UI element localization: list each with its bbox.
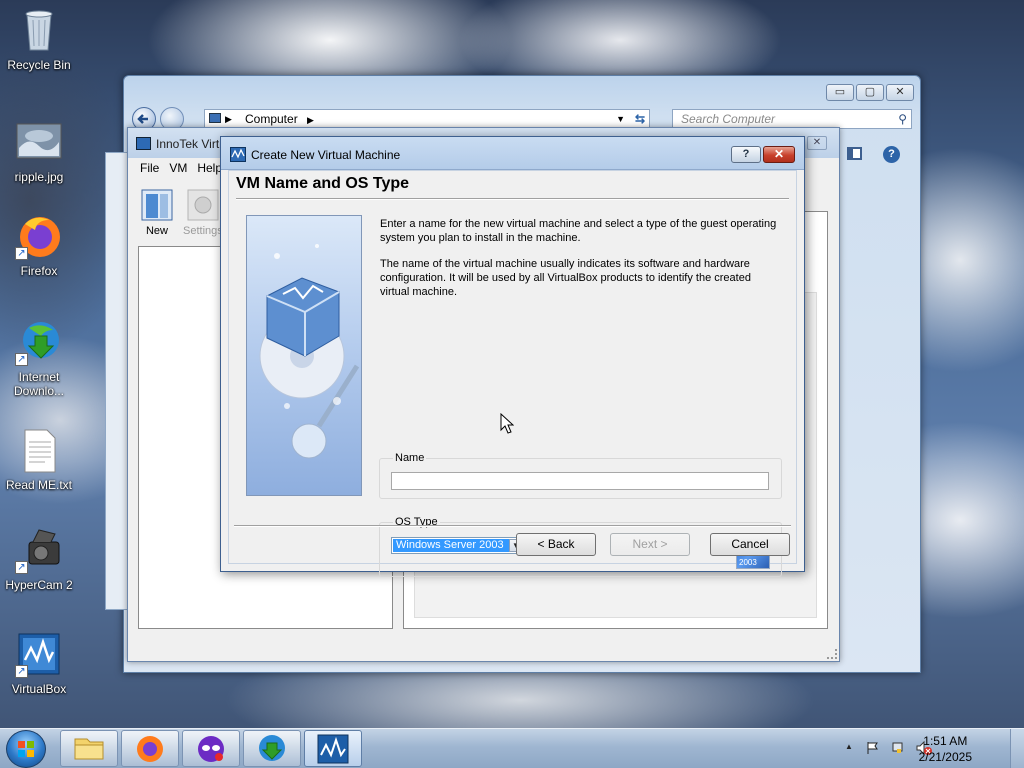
os-type-group-label: OS Type — [393, 516, 440, 528]
page-title: VM Name and OS Type — [236, 175, 410, 192]
name-group-label: Name — [393, 452, 427, 464]
divider — [236, 198, 789, 200]
wizard-description: Enter a name for the new virtual machine… — [380, 217, 780, 311]
virtualbox-icon — [317, 734, 349, 764]
network-icon[interactable] — [891, 740, 907, 756]
resize-grip-icon[interactable] — [827, 649, 837, 659]
description-paragraph-1: Enter a name for the new virtual machine… — [380, 218, 777, 244]
shortcut-arrow-icon: ↗ — [15, 665, 28, 678]
address-bar[interactable]: ▶ Computer ▶ ▼ ⇆ — [204, 109, 650, 129]
settings-icon — [187, 189, 219, 221]
taskbar-privacy-app-button[interactable] — [182, 730, 240, 767]
taskbar-download-manager-button[interactable] — [243, 730, 301, 767]
minimize-button[interactable]: ▭ — [826, 84, 854, 101]
firefox-icon — [137, 736, 163, 762]
create-vm-wizard-dialog[interactable]: Create New Virtual Machine ? ✕ VM Name a… — [220, 136, 805, 577]
desktop-icon-ripple-jpg[interactable]: ripple.jpg — [2, 118, 76, 184]
shortcut-arrow-icon: ↗ — [15, 561, 28, 574]
settings-label: Settings — [183, 225, 223, 237]
close-button[interactable]: ✕ — [763, 146, 795, 163]
internet-download-manager-icon — [259, 735, 285, 761]
computer-icon — [209, 113, 221, 123]
mask-icon — [198, 736, 224, 762]
clock-date: 2/21/2025 — [918, 750, 972, 764]
explorer-window-controls: ▭ ▢ ✕ — [826, 84, 914, 101]
refresh-icon[interactable]: ⇆ — [635, 110, 645, 128]
internet-download-manager-icon: ↗ — [15, 318, 63, 366]
windows-logo-icon — [18, 741, 34, 757]
menu-file[interactable]: File — [140, 161, 159, 175]
menu-vm[interactable]: VM — [169, 161, 187, 175]
search-icon: ⚲ — [898, 112, 907, 126]
taskbar-firefox-button[interactable] — [121, 730, 179, 767]
new-vm-label: New — [145, 225, 168, 237]
breadcrumb-separator-icon: ▶ — [307, 115, 314, 125]
virtualbox-icon — [230, 147, 246, 162]
os-type-select[interactable]: Windows Server 2003 ▼ — [391, 537, 525, 554]
desktop-icon-label: Read ME.txt — [5, 478, 73, 492]
search-input[interactable]: Search Computer ⚲ — [672, 109, 912, 129]
cancel-button[interactable]: Cancel — [710, 533, 790, 556]
name-group: Name — [379, 452, 782, 499]
virtualbox-icon: ↗ — [15, 630, 63, 678]
desktop-icon-internet-download[interactable]: ↗ Internet Downlo... — [2, 318, 76, 398]
system-clock[interactable]: 1:51 AM 2/21/2025 — [919, 733, 972, 765]
new-vm-icon — [141, 189, 173, 221]
address-bar-text: Computer — [245, 112, 298, 126]
dropdown-arrow-icon[interactable]: ▼ — [616, 110, 625, 128]
taskbar-virtualbox-button[interactable] — [304, 730, 362, 767]
close-icon[interactable]: ✕ — [807, 136, 827, 150]
desktop-icon-label: ripple.jpg — [14, 170, 64, 184]
image-file-icon — [15, 118, 63, 166]
text-file-icon — [15, 426, 63, 474]
desktop-icon-label: Recycle Bin — [7, 58, 71, 72]
folder-icon — [74, 738, 104, 760]
search-placeholder: Search Computer — [681, 112, 776, 126]
recycle-bin-icon — [15, 6, 63, 54]
action-center-flag-icon[interactable] — [866, 741, 880, 755]
wizard-body: VM Name and OS Type Enter a name for the… — [228, 170, 797, 577]
help-icon[interactable]: ? — [883, 146, 900, 163]
settings-button[interactable]: Settings — [183, 188, 223, 237]
desktop-icon-label: HyperCam 2 — [5, 578, 73, 592]
vbox-menu-bar: File VM Help — [140, 161, 222, 175]
tray-expand-arrow[interactable]: ▲ — [845, 742, 853, 751]
desktop-icon-virtualbox[interactable]: ↗ VirtualBox — [2, 630, 76, 696]
wizard-titlebar[interactable]: Create New Virtual Machine ? ✕ — [221, 137, 804, 170]
next-button[interactable]: Next > — [610, 533, 690, 556]
shortcut-arrow-icon: ↗ — [15, 353, 28, 366]
desktop-icon-hypercam[interactable]: ↗ HyperCam 2 — [2, 526, 76, 592]
close-button[interactable]: ✕ — [886, 84, 914, 101]
shortcut-arrow-icon: ↗ — [15, 247, 28, 260]
help-button[interactable]: ? — [731, 146, 761, 163]
menu-help[interactable]: Help — [197, 161, 222, 175]
clock-time: 1:51 AM — [923, 734, 968, 748]
back-button[interactable]: < Back — [516, 533, 596, 556]
mouse-cursor-icon — [500, 413, 514, 434]
breadcrumb-separator-icon: ▶ — [225, 114, 232, 124]
virtualbox-icon — [136, 137, 151, 150]
view-pane-icon[interactable] — [847, 147, 862, 160]
desktop-icon-label: Internet Downlo... — [13, 370, 65, 398]
hypercam-icon: ↗ — [15, 526, 63, 574]
taskbar: ▲ 1:51 AM 2/21/2025 — [0, 728, 1024, 768]
desktop-icon-firefox[interactable]: ↗ Firefox — [2, 212, 76, 278]
os-type-selected-value: Windows Server 2003 — [393, 539, 509, 552]
start-button[interactable] — [6, 730, 46, 768]
desktop-icon-label: Firefox — [20, 264, 58, 278]
description-paragraph-2: The name of the virtual machine usually … — [380, 258, 751, 298]
show-desktop-button[interactable] — [1010, 729, 1024, 768]
vm-name-input[interactable] — [391, 472, 769, 490]
wizard-title: Create New Virtual Machine — [251, 148, 401, 162]
desktop-icon-recycle-bin[interactable]: Recycle Bin — [2, 6, 76, 72]
desktop-icon-readme[interactable]: Read ME.txt — [2, 426, 76, 492]
firefox-icon: ↗ — [15, 212, 63, 260]
wizard-side-image — [246, 215, 362, 496]
new-vm-button[interactable]: New — [140, 188, 174, 237]
vbox-title: InnoTek Virt — [156, 137, 220, 151]
taskbar-explorer-button[interactable] — [60, 730, 118, 767]
maximize-button[interactable]: ▢ — [856, 84, 884, 101]
desktop-icon-label: VirtualBox — [11, 682, 67, 696]
os-logo-text: 2003 — [739, 558, 757, 567]
